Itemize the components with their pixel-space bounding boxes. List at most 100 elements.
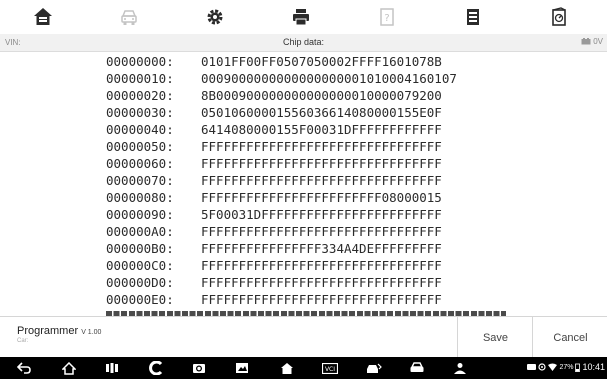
exit-button[interactable] xyxy=(516,0,602,34)
svg-text:VCI: VCI xyxy=(325,366,335,373)
home-button[interactable] xyxy=(0,0,86,34)
screenshot-button[interactable] xyxy=(234,360,250,376)
recent-apps-icon xyxy=(106,363,118,373)
settings-icon xyxy=(207,9,223,25)
hex-address: 000000E0: xyxy=(106,292,174,307)
settings-button[interactable] xyxy=(172,0,258,34)
camera-button[interactable] xyxy=(191,360,207,376)
data-log-button[interactable] xyxy=(430,0,516,34)
voltage-indicator: 0V xyxy=(581,37,603,46)
vci-icon: VCI xyxy=(322,362,338,374)
vehicle-service-button[interactable] xyxy=(366,360,382,376)
hex-data: 5F00031DFFFFFFFFFFFFFFFFFFFFFFFF xyxy=(201,207,442,222)
wifi-icon xyxy=(548,363,558,371)
hex-data: 0101FF00FF0507050002FFFF1601078B xyxy=(201,54,442,69)
hex-data: FFFFFFFFFFFFFFFFFFFFFFFFFFFFFFFF xyxy=(201,139,442,154)
vci-button[interactable]: VCI xyxy=(322,360,338,376)
print-button[interactable] xyxy=(258,0,344,34)
status-bar: VIN: Chip data: 0V xyxy=(0,34,607,52)
hex-address: 000000B0: xyxy=(106,241,174,256)
hex-data: FFFFFFFFFFFFFFFFFFFFFFFFFFFFFFFF xyxy=(201,173,442,188)
battery-icon xyxy=(575,363,581,372)
hex-address: 00000000: xyxy=(106,54,174,69)
screenshot-icon xyxy=(236,363,248,373)
vehicle-button[interactable] xyxy=(86,0,172,34)
hex-data: FFFFFFFFFFFFFFFFFFFFFFFFFFFFFFFF xyxy=(201,156,442,171)
camera-icon xyxy=(193,364,205,373)
help-icon: ? xyxy=(380,8,394,26)
hex-address: 00000050: xyxy=(106,139,174,154)
hex-data: 0009000000000000000001010004160107 xyxy=(201,71,457,86)
technician-icon xyxy=(454,362,466,374)
hex-row: 00000020: 8B00090000000000000001000007920… xyxy=(106,88,442,104)
hex-row: 000000B0: FFFFFFFFFFFFFFFF334A4DEFFFFFFFF… xyxy=(106,241,442,257)
bottom-action-bar: Programmer V 1.00 Car: Save Cancel xyxy=(0,316,607,358)
data-log-icon xyxy=(467,9,479,25)
chip-data-viewer[interactable]: 00000000: 0101FF00FF0507050002FFFF1601078… xyxy=(0,52,607,316)
hex-address: 00000070: xyxy=(106,173,174,188)
app-version: V 1.00 xyxy=(81,329,102,336)
chat-icon xyxy=(527,363,537,370)
car-icon xyxy=(410,362,424,372)
hex-address: 000000C0: xyxy=(106,258,174,273)
hex-row: 00000050: FFFFFFFFFFFFFFFFFFFFFFFFFFFFFFF… xyxy=(106,139,442,155)
home-nav-button[interactable] xyxy=(61,360,77,376)
vehicle-icon xyxy=(121,10,137,25)
hex-data: 6414080000155F00031DFFFFFFFFFFFF xyxy=(201,122,442,137)
hex-row: 00000090: 5F00031DFFFFFFFFFFFFFFFFFFFFFFF… xyxy=(106,207,442,223)
exit-icon xyxy=(552,7,566,26)
android-nav-bar: VCI 27% 10:41 xyxy=(0,357,607,379)
hex-data: FFFFFFFFFFFFFFFFFFFFFFFFFFFFFFFF xyxy=(201,258,442,273)
system-tray: 27% 10:41 xyxy=(527,362,605,372)
cancel-button[interactable]: Cancel xyxy=(532,317,607,358)
vehicle-service-icon xyxy=(367,363,382,373)
hex-row: 00000080: FFFFFFFFFFFFFFFFFFFFFFFF0800001… xyxy=(106,190,442,206)
hex-row: 000000A0: FFFFFFFFFFFFFFFFFFFFFFFFFFFFFFF… xyxy=(106,224,442,240)
help-button[interactable]: ? xyxy=(344,0,430,34)
page-title: Chip data: xyxy=(282,37,325,47)
print-icon xyxy=(293,9,309,26)
hex-row: 00000030: 05010600001556036614080000155E0… xyxy=(106,105,442,121)
hex-row: 00000060: FFFFFFFFFFFFFFFFFFFFFFFFFFFFFFF… xyxy=(106,156,442,172)
back-button[interactable] xyxy=(16,360,32,376)
battery-voltage-icon xyxy=(581,38,591,45)
hex-data: 8B000900000000000000010000079200 xyxy=(201,88,442,103)
top-toolbar: ? xyxy=(0,0,607,35)
hex-row: 00000040: 6414080000155F00031DFFFFFFFFFFF… xyxy=(106,122,442,138)
hex-address: 00000090: xyxy=(106,207,174,222)
hex-address: 000000D0: xyxy=(106,275,174,290)
hex-row: 00000000: 0101FF00FF0507050002FFFF1601078… xyxy=(106,54,442,70)
browser-icon xyxy=(149,361,163,375)
hex-address: 00000010: xyxy=(106,71,174,86)
car-button[interactable] xyxy=(409,360,425,376)
clock: 10:41 xyxy=(582,362,605,372)
app-home-icon xyxy=(281,362,293,374)
recent-apps-button[interactable] xyxy=(104,360,120,376)
svg-text:?: ? xyxy=(384,13,389,24)
hex-address: 00000020: xyxy=(106,88,174,103)
hex-row: 00000070: FFFFFFFFFFFFFFFFFFFFFFFFFFFFFFF… xyxy=(106,173,442,189)
hex-data: 05010600001556036614080000155E0F xyxy=(201,105,442,120)
hex-address: 00000060: xyxy=(106,156,174,171)
app-home-button[interactable] xyxy=(279,360,295,376)
hex-row: 00000010: 0009000000000000000001010004160… xyxy=(106,71,457,87)
battery-percent: 27% xyxy=(559,363,574,371)
hex-data: FFFFFFFFFFFFFFFF334A4DEFFFFFFFFF xyxy=(201,241,442,256)
home-nav-icon xyxy=(62,361,76,375)
app-name-label: Programmer xyxy=(17,325,79,337)
voltage-value: 0V xyxy=(593,37,603,46)
browser-button[interactable] xyxy=(148,360,164,376)
hex-address: 00000040: xyxy=(106,122,174,137)
gps-icon xyxy=(538,363,547,371)
hex-address: 00000030: xyxy=(106,105,174,120)
save-button[interactable]: Save xyxy=(457,317,533,358)
technician-button[interactable] xyxy=(452,360,468,376)
car-label: Car: xyxy=(17,338,29,344)
home-icon xyxy=(34,8,52,25)
hex-address: 000000A0: xyxy=(106,224,174,239)
hex-data: FFFFFFFFFFFFFFFFFFFFFFFFFFFFFFFF xyxy=(201,292,442,307)
hex-data: FFFFFFFFFFFFFFFFFFFFFFFF08000015 xyxy=(201,190,442,205)
back-icon xyxy=(17,362,31,374)
hex-row: 000000C0: FFFFFFFFFFFFFFFFFFFFFFFFFFFFFFF… xyxy=(106,258,442,274)
hex-address: 00000080: xyxy=(106,190,174,205)
